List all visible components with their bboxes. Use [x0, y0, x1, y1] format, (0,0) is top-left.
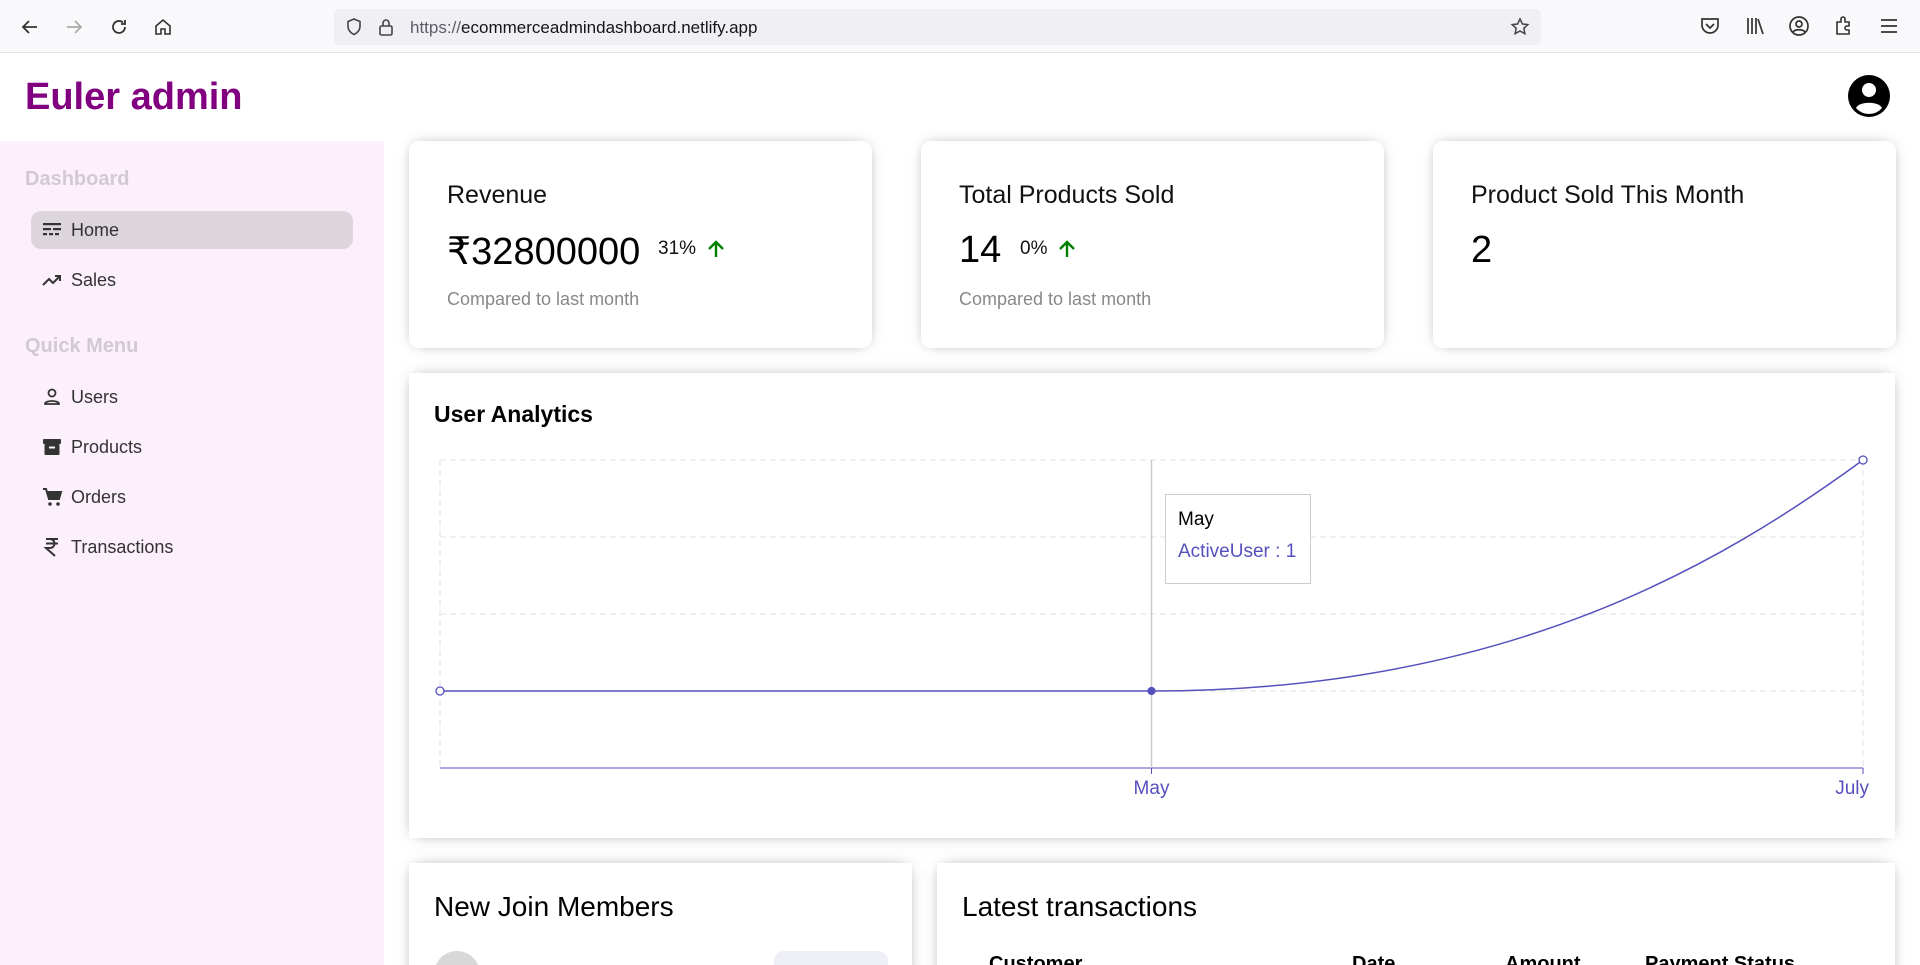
table-header-date: Date	[1352, 953, 1396, 965]
lock-icon[interactable]	[376, 17, 396, 37]
app-logo[interactable]: Euler admin	[25, 76, 243, 119]
sidebar-item-label: Sales	[71, 269, 117, 290]
chart-tooltip: May ActiveUser : 1	[1165, 494, 1311, 584]
data-point	[1147, 686, 1156, 696]
sidebar-item-home[interactable]: Home	[31, 211, 353, 249]
widget-title: Latest transactions	[962, 891, 1198, 922]
card-rate: 0%	[1020, 237, 1079, 261]
x-tick-label: May	[1134, 778, 1170, 799]
forward-button[interactable]	[60, 13, 88, 41]
back-arrow-icon	[21, 20, 37, 34]
card-value: 2	[1471, 229, 1493, 271]
card-rate-text: 0%	[1020, 238, 1048, 259]
card-subtitle: Compared to last month	[447, 289, 640, 309]
sidebar-item-label: Home	[71, 219, 120, 240]
reload-button[interactable]	[105, 13, 133, 41]
tooltip-item: ActiveUser : 1	[1178, 541, 1297, 562]
sidebar-item-label: Transactions	[71, 536, 174, 557]
home-icon	[155, 18, 171, 35]
url-prefix: https://	[410, 18, 462, 37]
url-text[interactable]: https://ecommerceadmindashboard.netlify.…	[410, 18, 757, 38]
table-header-customer: Customer	[989, 953, 1083, 965]
line-style-icon	[41, 219, 63, 241]
library-icon[interactable]	[1743, 14, 1767, 38]
widget-title: New Join Members	[434, 891, 674, 922]
arrow-upward-icon	[1059, 240, 1076, 257]
sidebar-item-users[interactable]: Users	[31, 378, 353, 416]
chart-plot[interactable]: May July	[409, 373, 1895, 838]
menu-icon[interactable]	[1877, 14, 1901, 38]
card-value: ₹32800000	[447, 231, 641, 273]
trending-up-icon	[41, 269, 63, 291]
sidebar-item-products[interactable]: Products	[31, 428, 353, 466]
back-button[interactable]	[16, 13, 44, 41]
user-avatar-icon[interactable]	[1847, 74, 1891, 118]
account-icon[interactable]	[1787, 14, 1811, 38]
total-products-sold-card: Total Products Sold 14 0% Compared to la…	[921, 141, 1384, 348]
new-join-members-widget: New Join Members	[409, 863, 912, 965]
card-rate: 31%	[658, 237, 728, 261]
card-subtitle: Compared to last month	[959, 289, 1152, 309]
pocket-icon[interactable]	[1698, 14, 1722, 38]
shopping-cart-icon	[41, 486, 63, 508]
latest-transactions-widget: Latest transactions Customer Date Amount…	[937, 863, 1895, 965]
shield-icon[interactable]	[344, 17, 364, 37]
address-bar[interactable]: https://ecommerceadmindashboard.netlify.…	[334, 9, 1541, 45]
home-button[interactable]	[149, 13, 177, 41]
member-display-button[interactable]	[774, 951, 888, 965]
data-point	[435, 686, 445, 696]
rupee-icon	[41, 536, 63, 558]
tooltip-label: May	[1178, 509, 1214, 530]
sidebar-section-title-quick-menu: Quick Menu	[25, 335, 139, 357]
person-outline-icon	[41, 386, 63, 408]
arrow-upward-icon	[708, 240, 724, 257]
sidebar: Dashboard Home Sales Quick Menu Users Pr…	[0, 141, 384, 965]
product-sold-this-month-card: Product Sold This Month 2	[1433, 141, 1896, 348]
table-header-amount: Amount	[1505, 953, 1581, 965]
url-host: ecommerceadmindashboard.netlify.app	[461, 18, 758, 37]
x-tick-label: July	[1835, 778, 1869, 799]
table-header-payment-status: Payment Status	[1645, 953, 1796, 965]
revenue-card: Revenue ₹32800000 31% Compared to last m…	[409, 141, 872, 348]
extensions-icon[interactable]	[1832, 14, 1856, 38]
card-value: 14	[959, 229, 1002, 271]
card-title: Product Sold This Month	[1471, 181, 1745, 209]
sidebar-item-label: Products	[71, 436, 143, 457]
sidebar-section-title-dashboard: Dashboard	[25, 168, 130, 190]
browser-toolbar: https://ecommerceadmindashboard.netlify.…	[0, 0, 1920, 53]
reload-icon	[112, 20, 126, 34]
card-title: Total Products Sold	[959, 181, 1175, 209]
sidebar-item-transactions[interactable]: Transactions	[31, 528, 353, 566]
sidebar-item-label: Users	[71, 386, 119, 407]
data-point	[1858, 455, 1868, 465]
bookmark-star-icon[interactable]	[1510, 17, 1530, 37]
sidebar-item-sales[interactable]: Sales	[31, 261, 353, 299]
card-title: Revenue	[447, 181, 548, 209]
user-analytics-chart: User Analytics May July May ActiveUser : …	[409, 373, 1895, 838]
card-rate-text: 31%	[658, 238, 697, 259]
sidebar-item-label: Orders	[71, 486, 127, 507]
archive-icon	[41, 436, 63, 458]
forward-arrow-icon	[67, 20, 83, 34]
member-avatar	[434, 951, 480, 965]
sidebar-item-orders[interactable]: Orders	[31, 478, 353, 516]
